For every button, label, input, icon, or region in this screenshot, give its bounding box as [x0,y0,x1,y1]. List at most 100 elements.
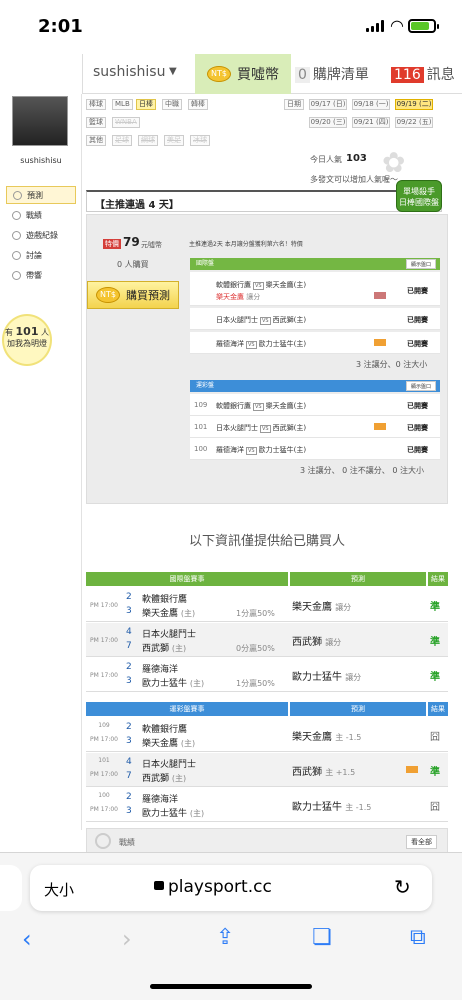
date-0919[interactable]: 09/19 (二) [395,99,433,110]
top-nav: sushishisu ▼ NT$ 買噓幣 0 購牌清單 116 訊息 [82,54,462,94]
streak-title: 【主推連過 4 天】 [95,200,179,211]
buy-prediction-button[interactable]: NT$ 購買預測 [87,281,179,309]
text-size-button[interactable]: 大小 [44,879,74,900]
filter-baseball[interactable]: 棒球 [86,99,106,110]
lottery-row-1: 109 軟體銀行鷹 VS 樂天金鷹(主) 已開賽 [190,394,440,416]
show-odds-button[interactable]: 顯示盤口 [405,259,436,269]
purchased-list-link[interactable]: 0 購牌清單 [295,64,369,84]
filter-basketball[interactable]: 籃球 [86,117,106,128]
score: 2 [126,722,132,732]
intl-row-3: 羅德海洋 VS 歐力士猛牛(主) 已開賽 [190,332,440,354]
game-no: 100 [98,792,110,799]
buyers-only-notice: 以下資訊僅提供給已購買人 [188,534,345,549]
tabs-icon[interactable]: ⧉ [410,925,426,950]
share-icon[interactable]: ⇪ [216,925,234,950]
address-bar[interactable]: 大小 playsport.cc ↻ [30,865,432,911]
sidebar-item-label: 帶響 [26,270,42,280]
lottery-header-label: 運彩盤 [196,382,215,389]
back-icon[interactable]: ‹ [22,925,32,953]
chevron-down-icon[interactable]: ▼ [169,66,177,77]
game-no: 100 [194,445,208,453]
sidebar-item-label: 戰績 [26,210,42,220]
avatar[interactable] [12,96,68,146]
lock-icon [154,881,164,890]
bulb-prefix: 有 [4,328,13,337]
game-no: 109 [98,722,110,729]
date-0922[interactable]: 09/22 (五) [395,117,433,128]
show-odds-button[interactable]: 顯示盤口 [405,381,436,391]
date-0918[interactable]: 09/18 (一) [352,99,390,110]
score: 3 [126,676,132,686]
score: 7 [126,641,132,651]
handicap-line: 1分贏50% [236,679,275,688]
sidebar-item-game-log[interactable]: 遊戲紀錄 [6,226,76,244]
filter-mlb[interactable]: MLB [112,99,133,110]
handicap-line: 0分贏50% [236,644,275,653]
score: 3 [126,736,132,746]
lottery-header: 運彩盤 顯示盤口 [190,380,440,392]
browser-toolbar: 大小 playsport.cc ↻ ‹ › ⇪ ❏ ⧉ [0,852,462,1000]
purchased-count: 0 [295,67,310,83]
reload-icon[interactable]: ↻ [394,875,411,899]
bookmarks-icon[interactable]: ❏ [312,925,332,950]
team: 羅德海洋 [142,795,179,805]
filter-kbo[interactable]: 韓棒 [188,99,208,110]
sale-tag: 特價 [103,239,121,249]
filter-wnba: WNBA [112,117,140,128]
sidebar-item-label: 預測 [27,190,43,200]
date-0921[interactable]: 09/21 (四) [352,117,390,128]
killer-badge: 單場殺手 日棒國際盤 [396,180,442,212]
sidebar-item-discuss[interactable]: 討論 [6,246,76,264]
score: 3 [126,806,132,816]
result-win: 準 [430,767,440,778]
sidebar-item-record[interactable]: 戰績 [6,206,76,224]
game-no: 101 [98,757,110,764]
lottery-summary: 3 注讓分、 0 注不讓分、 0 注大小 [300,466,424,475]
team: 西武獅 (主) [142,774,187,784]
follower-count: 101 [15,325,39,338]
game-no: 101 [194,423,208,431]
intl-row-2: 日本火腿鬥士 VS 西武獅(主) 已開賽 [190,308,440,330]
lottery-row-3: 100 羅德海洋 VS 歐力士猛牛(主) 已開賽 [190,438,440,460]
message-count-badge: 116 [391,67,424,83]
team: 羅德海洋 [142,665,179,675]
table-row: 101 PM 17:00 4 日本火腿鬥士 7 西武獅 (主) 西武獅 主 +1.5… [86,753,448,787]
sidebar-item-label: 討論 [26,250,42,260]
hot-icon [374,423,386,430]
forward-icon: › [122,925,132,953]
buy-coin-button[interactable]: NT$ 買噓幣 [195,54,291,94]
messages-link[interactable]: 116 訊息 [391,64,455,84]
prediction: 樂天金鷹 讓分 [292,602,352,613]
lottery-results-table: 運彩盤賽事 預測 結果 109 PM 17:00 2 軟體銀行鷹 3 樂天金鷹 (主… [86,702,448,822]
filter-soccer: 足球 [112,135,132,146]
see-all-button[interactable]: 看全部 [406,835,437,849]
price: 79 [123,235,140,249]
score: 2 [126,792,132,802]
sidebar-item-predict[interactable]: 預測 [6,186,76,204]
score: 3 [126,606,132,616]
previous-tab-card[interactable] [0,865,22,911]
lottery-row-2: 101 日本火腿鬥士 VS 西武獅(主) 已開賽 [190,416,440,438]
sidebar-item-fans[interactable]: 帶響 [6,266,76,284]
team: 日本火腿鬥士 [142,630,197,640]
game-no: 109 [194,401,208,409]
lightbulb-follow[interactable]: 有 101 人加我為明燈 [2,314,52,366]
date-0920[interactable]: 09/20 (三) [309,117,347,128]
visitors-label: 今日人氣 [310,155,342,164]
hot-icon [374,339,386,346]
col-lottery-games: 運彩盤賽事 [86,702,288,716]
date-0917[interactable]: 09/17 (日) [309,99,347,110]
gear-icon [13,190,22,200]
chat-icon [12,210,21,220]
buy-prediction-label: 購買預測 [126,289,170,302]
username-menu[interactable]: sushishisu [93,64,165,80]
prediction: 西武獅 讓分 [292,637,342,648]
filter-other[interactable]: 其他 [86,135,106,146]
home-indicator [150,984,312,989]
person-icon [12,270,21,280]
filter-cpbl[interactable]: 中職 [162,99,182,110]
filter-football: 美足 [164,135,184,146]
team: 西武獅 (主) [142,644,187,654]
target-icon [95,833,111,849]
filter-npb[interactable]: 日棒 [136,99,156,110]
